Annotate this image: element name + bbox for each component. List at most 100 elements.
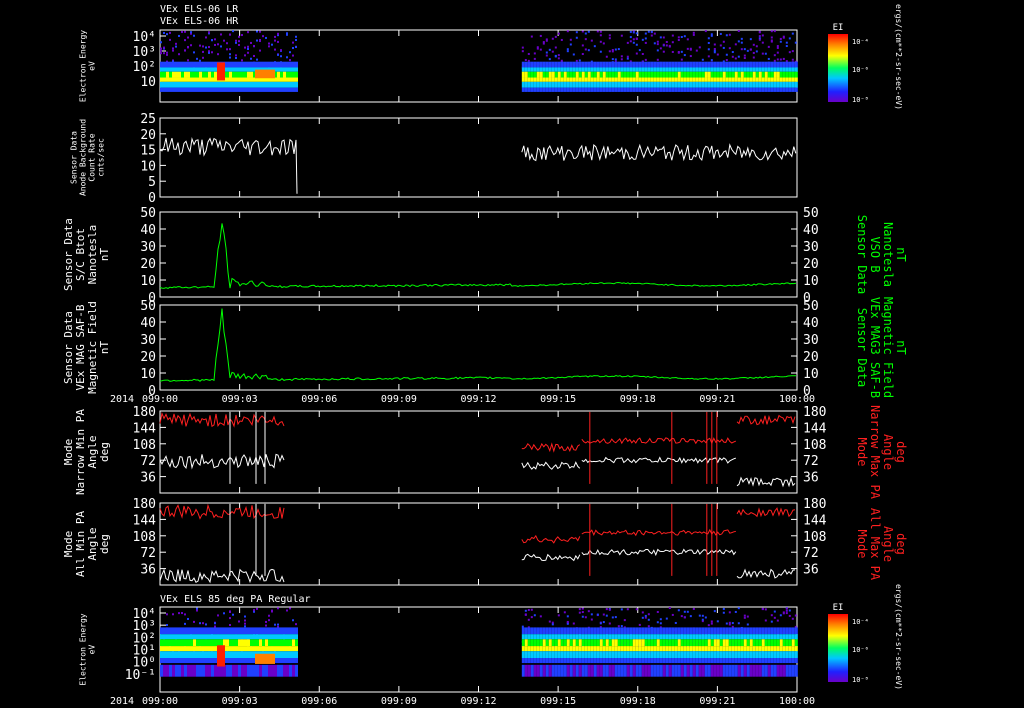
panel-3-ytick-label-right: 50 xyxy=(803,206,819,221)
heatmap-cell xyxy=(292,61,295,68)
heatmap-cell xyxy=(692,664,696,677)
heatmap-cell xyxy=(749,81,753,88)
panel-3-ytick-label: 10 xyxy=(140,274,156,289)
heatmap-cell xyxy=(178,77,181,82)
panel-4-ylabel-right: Magnetic Field xyxy=(881,297,895,398)
heatmap-cell xyxy=(755,77,759,82)
heatmap-cell xyxy=(232,651,235,658)
heatmap-cell xyxy=(578,608,581,611)
heatmap-cell xyxy=(668,664,672,677)
heatmap-cell xyxy=(791,617,794,620)
heatmap-cell xyxy=(542,61,546,68)
time-axis-year: 2014 xyxy=(110,394,134,405)
heatmap-cell xyxy=(596,634,600,640)
heatmap-cell xyxy=(539,651,543,658)
heatmap-cell xyxy=(211,81,214,88)
heatmap-cell xyxy=(665,87,669,92)
heatmap-cell xyxy=(791,58,794,61)
heatmap-cell xyxy=(169,658,172,664)
heatmap-cell xyxy=(638,623,641,626)
heatmap-cell xyxy=(581,634,585,640)
panel-6-ytick-label-right: 180 xyxy=(803,497,826,512)
heatmap-cell xyxy=(605,61,609,68)
heatmap-cell xyxy=(635,37,638,40)
heatmap-cell xyxy=(698,77,702,82)
heatmap-cell xyxy=(524,646,528,652)
heatmap-cell xyxy=(782,651,786,658)
heatmap-cell xyxy=(602,651,606,658)
heatmap-cell xyxy=(620,81,624,88)
heatmap-cell xyxy=(749,658,753,664)
time-axis-tick-label: 099:00 xyxy=(142,394,178,405)
heatmap-cell xyxy=(211,87,214,92)
heatmap-cell xyxy=(187,81,190,88)
heatmap-cell xyxy=(527,608,530,611)
heatmap-cell xyxy=(166,77,169,82)
heatmap-cell xyxy=(626,77,630,82)
heatmap-cell xyxy=(644,639,648,647)
heatmap-cell xyxy=(286,77,289,82)
heatmap-cell xyxy=(193,81,196,88)
heatmap-cell xyxy=(593,658,597,664)
heatmap-cell xyxy=(229,81,232,88)
heatmap-cell xyxy=(292,658,295,664)
heatmap-cell xyxy=(686,627,690,635)
heatmap-cell xyxy=(782,57,785,60)
heatmap-cell xyxy=(241,87,244,92)
heatmap-cell xyxy=(599,30,602,33)
heatmap-cell xyxy=(521,658,525,664)
heatmap-cell xyxy=(728,81,732,88)
heatmap-cell xyxy=(659,634,663,640)
heatmap-cell xyxy=(788,67,792,72)
heatmap-cell xyxy=(638,67,642,72)
heatmap-cell xyxy=(575,87,579,92)
heatmap-cell xyxy=(250,639,253,647)
heatmap-cell xyxy=(740,634,744,640)
heatmap-cell xyxy=(554,87,558,92)
heatmap-cell xyxy=(611,58,614,61)
heatmap-cell xyxy=(788,37,791,40)
heatmap-cell xyxy=(172,87,175,92)
heatmap-cell xyxy=(620,627,624,635)
heatmap-cell xyxy=(521,639,525,647)
heatmap-cell xyxy=(184,49,186,52)
heatmap-cell xyxy=(650,71,654,78)
heatmap-cell xyxy=(650,87,654,92)
heatmap-cell xyxy=(638,77,642,82)
heatmap-cell xyxy=(160,627,163,635)
heatmap-cell xyxy=(247,45,249,48)
heatmap-cell xyxy=(599,622,602,625)
heatmap-cell xyxy=(160,664,163,677)
heatmap-cell xyxy=(205,627,208,635)
heatmap-cell xyxy=(557,646,561,652)
heatmap-cell xyxy=(181,61,184,68)
heatmap-cell xyxy=(238,81,241,88)
heatmap-cell xyxy=(791,32,794,35)
panel-5-ytick-label: 144 xyxy=(133,421,157,436)
heatmap-cell xyxy=(175,658,178,664)
heatmap-cell xyxy=(770,61,774,68)
heatmap-cell xyxy=(560,634,564,640)
heatmap-cell xyxy=(686,610,689,613)
panel-5-ytick-label-right: 108 xyxy=(803,438,826,453)
heatmap-cell xyxy=(791,61,795,68)
heatmap-cell xyxy=(530,651,534,658)
heatmap-cell xyxy=(271,43,273,46)
heatmap-cell xyxy=(680,627,684,635)
heatmap-cell xyxy=(599,61,603,68)
heatmap-cell xyxy=(295,646,298,652)
heatmap-cell xyxy=(232,658,235,664)
heatmap-cell xyxy=(271,664,274,677)
heatmap-cell xyxy=(710,67,714,72)
heatmap-cell xyxy=(728,71,732,78)
heatmap-cell xyxy=(247,47,249,50)
heatmap-cell xyxy=(785,634,789,640)
heatmap-cell xyxy=(719,639,723,647)
heatmap-cell xyxy=(605,627,609,635)
heatmap-cell xyxy=(734,610,737,613)
heatmap-cell xyxy=(743,81,747,88)
colorbar-bottom-title: EI xyxy=(833,603,844,613)
panel-6-ylabel: deg xyxy=(98,534,111,554)
heatmap-cell xyxy=(689,615,692,618)
heatmap-cell xyxy=(692,77,696,82)
